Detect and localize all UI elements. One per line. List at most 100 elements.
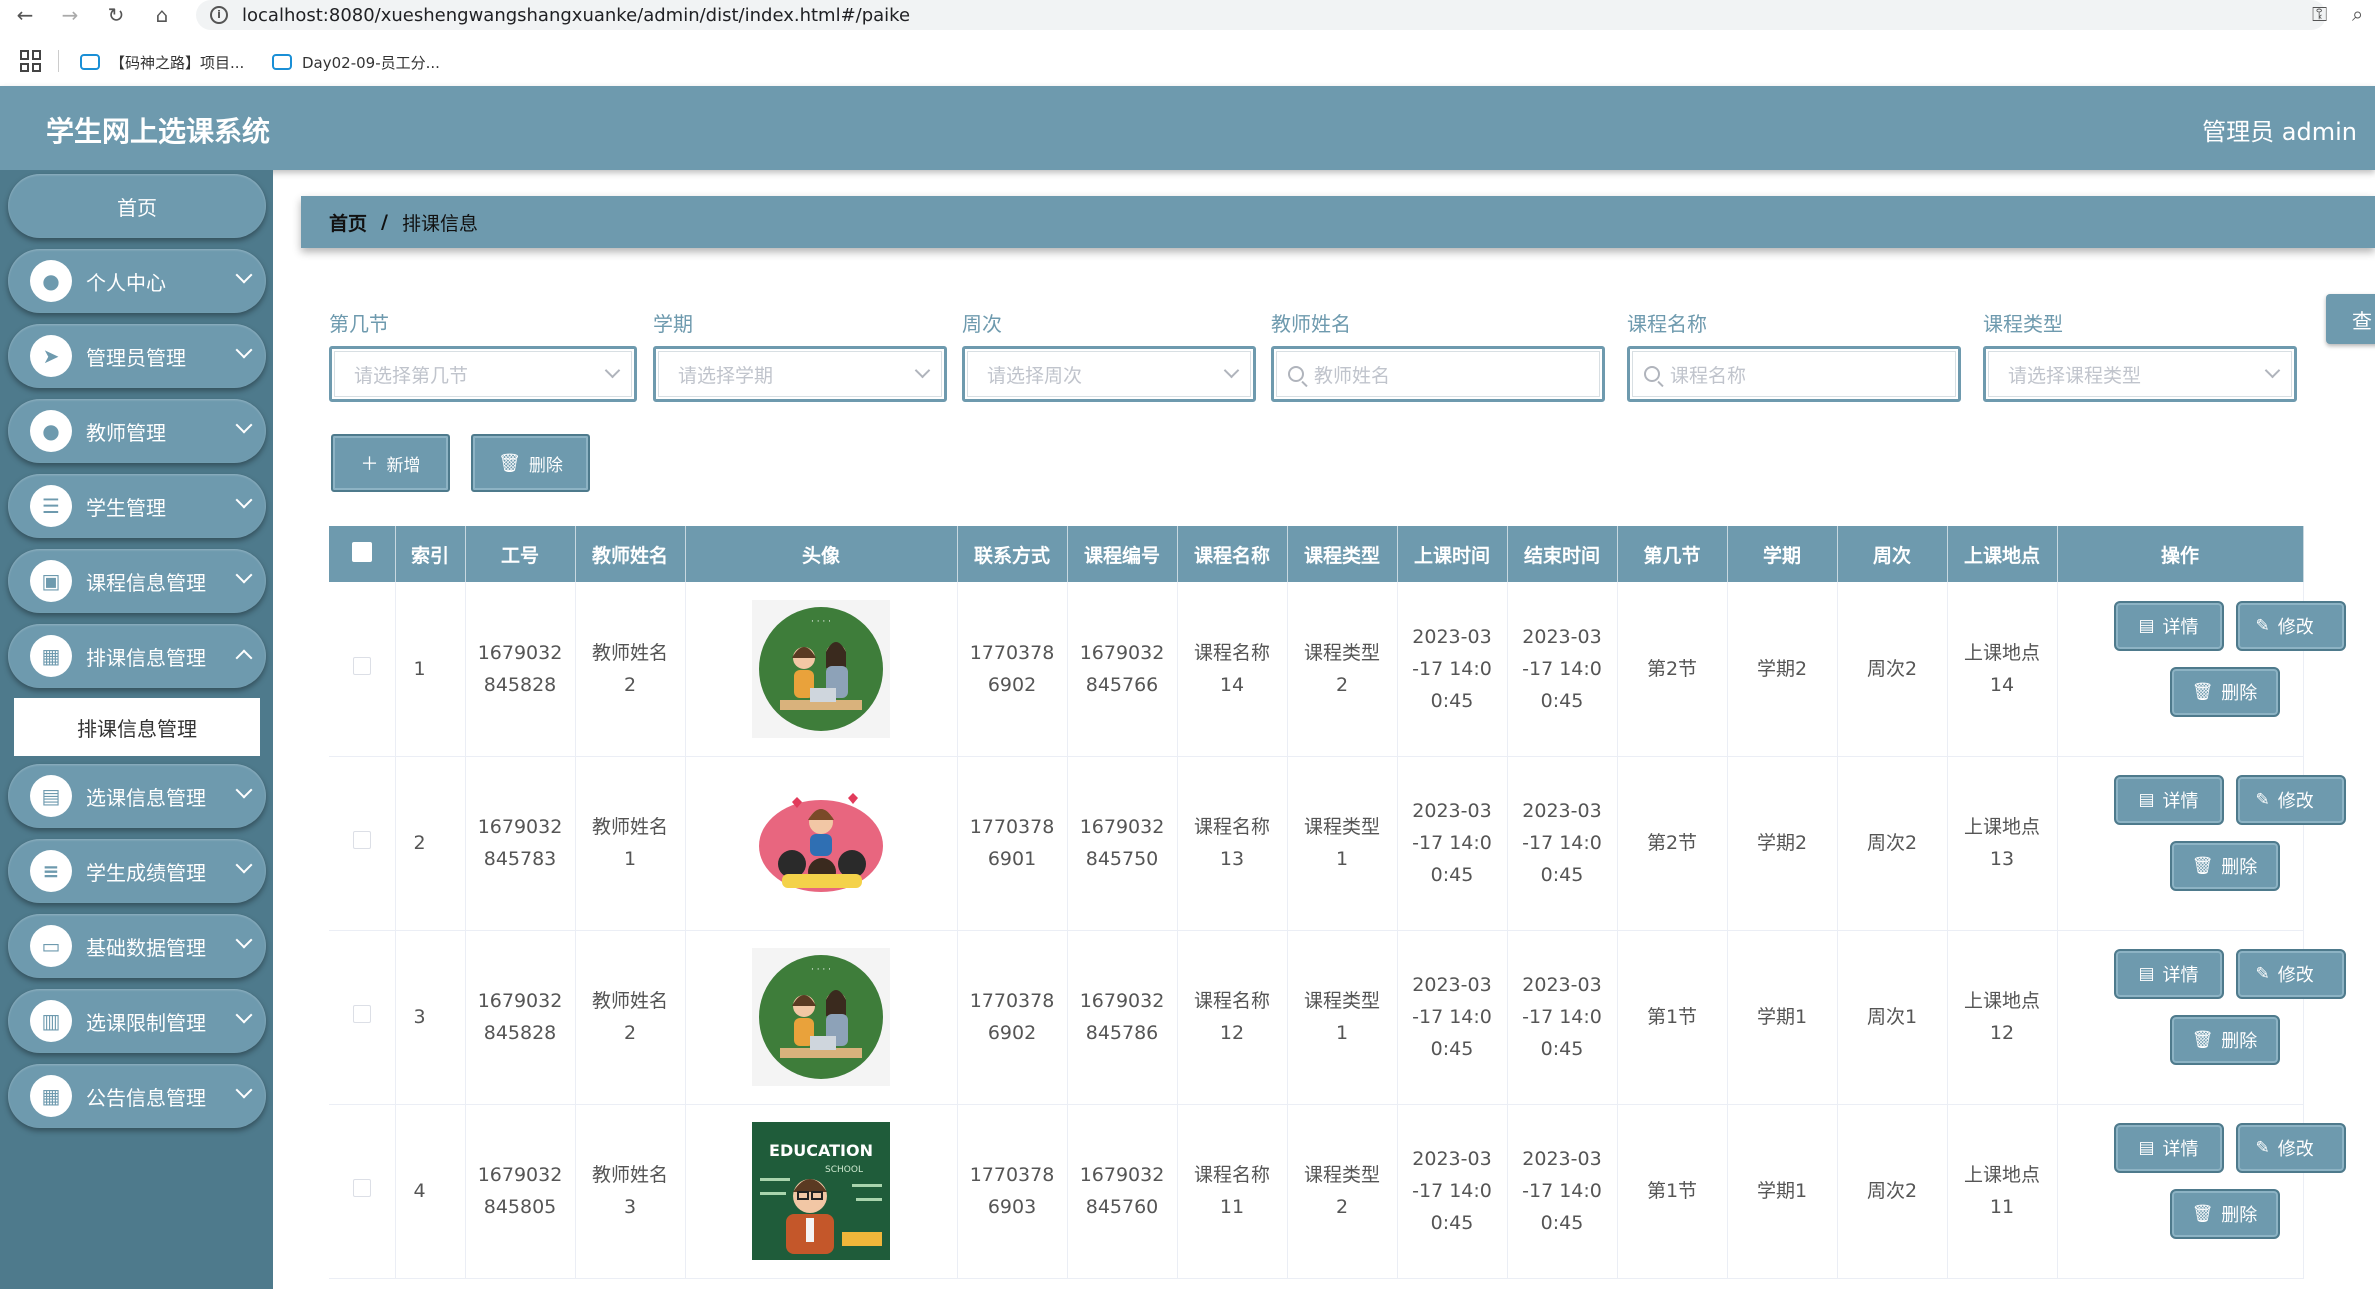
sidebar-item-selection-management[interactable]: ▤ 选课信息管理 <box>8 764 266 828</box>
column-header: 学期 <box>1727 526 1838 582</box>
sidebar-item-home[interactable]: 首页 <box>8 174 266 238</box>
row-select-cell[interactable] <box>329 930 396 1105</box>
sidebar-item-admin-management[interactable]: ➤ 管理员管理 <box>8 324 266 388</box>
section-select[interactable]: 请选择第几节 <box>329 346 637 402</box>
sidebar-item-label: 排课信息管理 <box>86 645 206 670</box>
cell-teacher-name-text: 教师姓名 2 <box>591 990 668 1044</box>
chevron-down-icon <box>235 856 253 874</box>
table-row: 1 1679032 845828 教师姓名 2 · · · · 1770378 69… <box>329 582 2346 757</box>
current-user[interactable]: 管理员 admin <box>2202 112 2357 147</box>
key-icon[interactable]: ⚿ <box>2312 2 2327 26</box>
submenu-item-schedule-management[interactable]: 排课信息管理 <box>14 698 260 756</box>
bilibili-icon <box>80 54 100 70</box>
select-all-checkbox[interactable] <box>351 541 372 562</box>
select-placeholder: 请选择课程类型 <box>2008 364 2142 387</box>
document-icon: ▤ <box>2138 615 2155 636</box>
edit-button-label: 修改 <box>2277 965 2314 986</box>
row-checkbox[interactable] <box>352 831 371 849</box>
cell-teacher-name-text: 教师姓名 1 <box>591 816 668 870</box>
detail-button-label: 详情 <box>2162 1139 2199 1160</box>
query-button[interactable]: 查 <box>2326 294 2375 344</box>
reload-icon[interactable]: ↻ <box>101 0 131 30</box>
sidebar-item-personal-center[interactable]: ● 个人中心 <box>8 249 266 313</box>
back-arrow-icon[interactable]: ← <box>10 0 40 30</box>
cell-avatar: · · · · <box>685 930 958 1105</box>
bookmark-item[interactable]: Day02-09-员工分... <box>272 50 440 74</box>
teacher-name-input[interactable]: 教师姓名 <box>1271 346 1605 402</box>
svg-text:· · · ·: · · · · <box>811 617 831 627</box>
address-bar[interactable]: i localhost:8080/xueshengwangshangxuanke… <box>196 0 2326 30</box>
cell-start-time: 2023-03 -17 14:0 0:45 <box>1397 582 1508 757</box>
chevron-down-icon <box>235 416 253 434</box>
row-select-cell[interactable] <box>329 756 396 931</box>
sidebar-item-teacher-management[interactable]: ● 教师管理 <box>8 399 266 463</box>
apps-grid-icon[interactable] <box>20 50 42 72</box>
sidebar-item-label: 选课限制管理 <box>86 1010 206 1035</box>
cell-index-text: 2 <box>413 832 426 854</box>
detail-button[interactable]: ▤ 详情 <box>2113 775 2224 825</box>
select-all-cell[interactable] <box>329 526 396 582</box>
forward-arrow-icon[interactable]: → <box>55 0 85 30</box>
bulk-delete-button[interactable]: 🗑 删除 <box>471 434 590 492</box>
row-checkbox[interactable] <box>352 1179 371 1197</box>
add-button[interactable]: ＋ 新增 <box>331 434 450 492</box>
cell-end-time-text: 2023-03 -17 14:0 0:45 <box>1522 625 1602 712</box>
row-delete-button[interactable]: 🗑 删除 <box>2169 1015 2280 1065</box>
row-checkbox[interactable] <box>352 656 371 675</box>
cell-place: 上课地点 14 <box>1947 582 2058 757</box>
edit-button[interactable]: ✎ 修改 <box>2235 1123 2346 1173</box>
site-info-icon[interactable]: i <box>210 6 228 24</box>
bookmark-label: 【码神之路】项目... <box>110 53 245 72</box>
add-button-label: 新增 <box>386 455 421 476</box>
edit-button[interactable]: ✎ 修改 <box>2235 600 2346 651</box>
cell-week-text: 周次2 <box>1866 832 1918 854</box>
cell-end-time: 2023-03 -17 14:0 0:45 <box>1507 930 1618 1105</box>
sidebar-item-notice-management[interactable]: ▦ 公告信息管理 <box>8 1064 266 1128</box>
home-icon[interactable]: ⌂ <box>147 0 177 30</box>
course-name-input[interactable]: 课程名称 <box>1627 346 1961 402</box>
row-checkbox[interactable] <box>352 1005 371 1023</box>
row-actions: ▤ 详情 ✎ 修改 🗑 删除 <box>2058 1105 2346 1277</box>
cell-course-type-text: 课程类型 1 <box>1303 816 1380 870</box>
week-select[interactable]: 请选择周次 <box>962 346 1256 402</box>
sidebar-item-grade-management[interactable]: ≡ 学生成绩管理 <box>8 839 266 903</box>
detail-button-label: 详情 <box>2162 965 2199 986</box>
breadcrumb-home[interactable]: 首页 <box>329 209 367 236</box>
edit-button[interactable]: ✎ 修改 <box>2235 775 2346 825</box>
cell-section-text: 第1节 <box>1646 1006 1698 1028</box>
cell-index: 1 <box>395 582 466 757</box>
url-text: localhost:8080/xueshengwangshangxuanke/a… <box>242 4 911 26</box>
sidebar-item-course-management[interactable]: ▣ 课程信息管理 <box>8 549 266 613</box>
app-title: 学生网上选课系统 <box>46 115 271 148</box>
course-type-select[interactable]: 请选择课程类型 <box>1983 346 2297 402</box>
user-icon: ● <box>30 260 72 302</box>
sidebar-item-base-data-management[interactable]: ▭ 基础数据管理 <box>8 914 266 978</box>
detail-button[interactable]: ▤ 详情 <box>2113 949 2224 999</box>
sidebar-item-schedule-management[interactable]: ▦ 排课信息管理 <box>8 624 266 688</box>
bilibili-icon <box>272 54 292 70</box>
zoom-icon[interactable]: ⌕ <box>2352 2 2363 26</box>
column-header: 课程类型 <box>1287 526 1398 582</box>
row-select-cell[interactable] <box>329 1104 396 1279</box>
row-delete-button[interactable]: 🗑 删除 <box>2169 841 2280 891</box>
detail-button[interactable]: ▤ 详情 <box>2113 1123 2224 1173</box>
row-select-cell[interactable] <box>329 582 396 757</box>
cell-term: 学期1 <box>1727 930 1838 1105</box>
field-label-course-type: 课程类型 <box>1983 312 2063 336</box>
sidebar-item-label: 管理员管理 <box>86 345 186 370</box>
row-delete-button[interactable]: 🗑 删除 <box>2169 666 2280 717</box>
sidebar-item-label: 课程信息管理 <box>86 570 206 595</box>
detail-button[interactable]: ▤ 详情 <box>2113 600 2224 651</box>
cell-start-time-text: 2023-03 -17 14:0 0:45 <box>1412 974 1492 1060</box>
sidebar-item-limit-management[interactable]: ▥ 选课限制管理 <box>8 989 266 1053</box>
column-header: 课程编号 <box>1067 526 1178 582</box>
sliders-icon: ≡ <box>30 850 72 892</box>
cell-course-code-text: 1679032 845766 <box>1079 641 1165 696</box>
teacher-avatar-image: · · · · <box>752 599 890 738</box>
bookmark-item[interactable]: 【码神之路】项目... <box>80 50 244 74</box>
row-delete-button[interactable]: 🗑 删除 <box>2169 1189 2280 1239</box>
edit-button[interactable]: ✎ 修改 <box>2235 949 2346 999</box>
term-select[interactable]: 请选择学期 <box>653 346 947 402</box>
cell-staff-id: 1679032 845805 <box>465 1104 576 1279</box>
sidebar-item-student-management[interactable]: ☰ 学生管理 <box>8 474 266 538</box>
